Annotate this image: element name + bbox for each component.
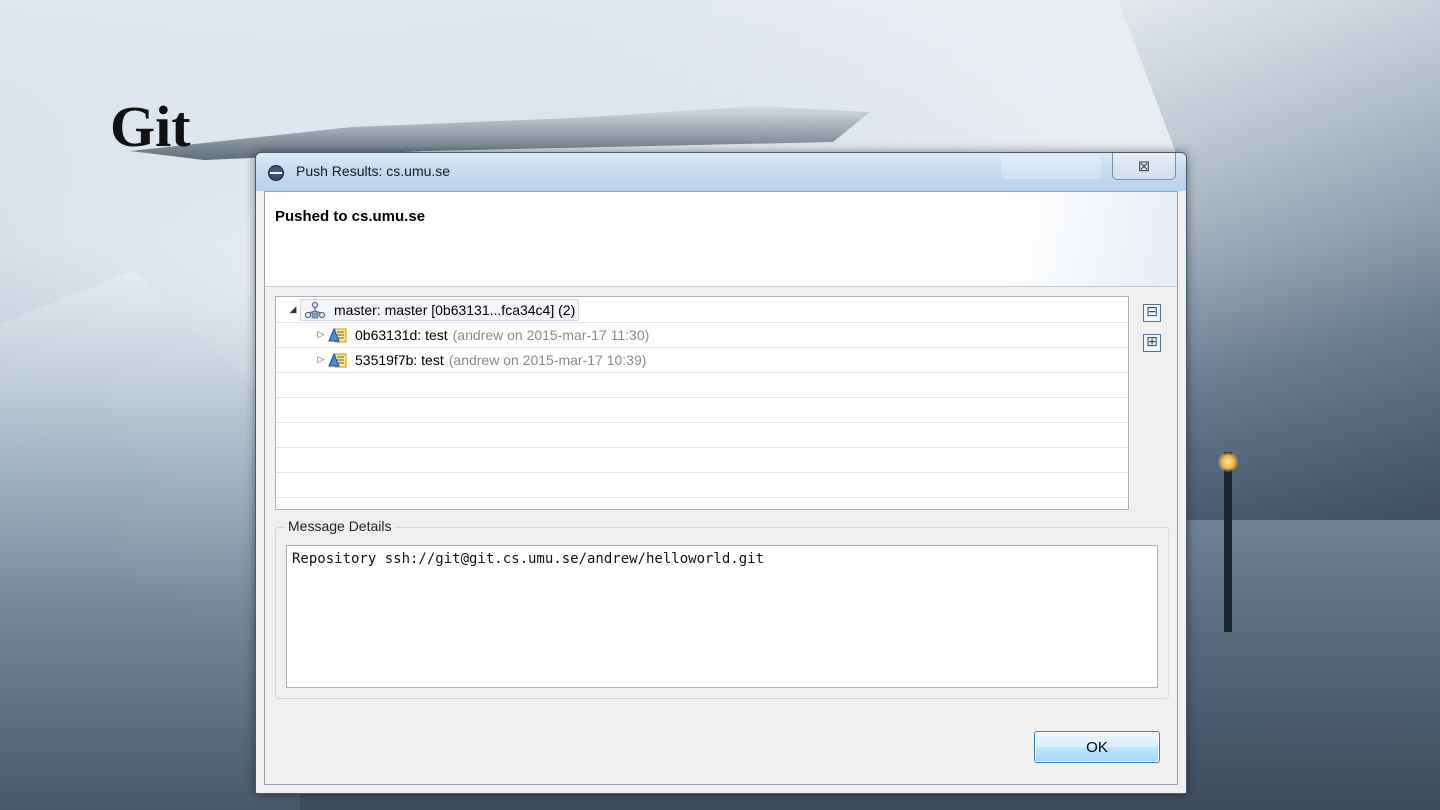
background-tower (1224, 452, 1232, 632)
commit-label: 53519f7b: test (355, 351, 444, 368)
dialog-header: Pushed to cs.umu.se (265, 192, 1177, 287)
tree-row-commit[interactable]: ▷ 53519f7b: test (andrew on 2015-mar-17 … (276, 347, 1128, 373)
dialog-title: Push Results: cs.umu.se (296, 163, 451, 179)
dialog-client-area: Pushed to cs.umu.se ◢ master: master [0b… (264, 191, 1178, 785)
expand-toggle-icon[interactable]: ◢ (286, 304, 300, 315)
header-title: Pushed to cs.umu.se (275, 208, 426, 225)
commit-meta: (andrew on 2015-mar-17 10:39) (448, 351, 647, 368)
quick-access-field (1001, 157, 1101, 179)
tree-row-empty (276, 372, 1128, 398)
message-details-text[interactable]: Repository ssh://git@git.cs.umu.se/andre… (286, 545, 1158, 688)
expand-all-icon: ⊞ (1146, 334, 1158, 350)
tree-row-empty (276, 472, 1128, 498)
push-results-dialog: Push Results: cs.umu.se ⊠ Pushed to cs.u… (255, 152, 1187, 794)
root-node-label: master: master [0b63131...fca34c4] (2) (334, 301, 576, 318)
close-icon: ⊠ (1137, 157, 1151, 175)
background-spaceship (130, 106, 870, 160)
tree-row-empty (276, 447, 1128, 473)
message-details-label: Message Details (286, 518, 394, 534)
expand-toggle-icon[interactable]: ▷ (314, 329, 328, 340)
collapse-all-button[interactable]: ⊟ (1143, 304, 1161, 322)
tree-row-root[interactable]: ◢ master: master [0b63131...fca34c4] (2) (276, 297, 1128, 323)
message-details-group: Message Details Repository ssh://git@git… (275, 518, 1169, 699)
commit-icon (328, 351, 348, 369)
push-results-tree[interactable]: ◢ master: master [0b63131...fca34c4] (2) (275, 296, 1129, 510)
expand-all-button[interactable]: ⊞ (1143, 334, 1161, 352)
commit-label: 0b63131d: test (355, 326, 448, 343)
dialog-titlebar[interactable]: Push Results: cs.umu.se ⊠ (256, 153, 1186, 191)
ok-button[interactable]: OK (1034, 731, 1160, 763)
repository-icon (304, 301, 326, 319)
commit-icon (328, 326, 348, 344)
root-node[interactable]: master: master [0b63131...fca34c4] (2) (300, 298, 580, 321)
collapse-all-icon: ⊟ (1146, 304, 1158, 320)
commit-meta: (andrew on 2015-mar-17 11:30) (452, 326, 650, 343)
background-tower-light (1218, 452, 1238, 472)
tree-row-empty (276, 422, 1128, 448)
slide-title: Git (110, 94, 191, 159)
close-button[interactable]: ⊠ (1112, 153, 1176, 180)
eclipse-icon (268, 165, 284, 181)
expand-toggle-icon[interactable]: ▷ (314, 354, 328, 365)
tree-row-empty (276, 397, 1128, 423)
tree-row-commit[interactable]: ▷ 0b63131d: test (andrew on 2015-mar-17 … (276, 322, 1128, 348)
